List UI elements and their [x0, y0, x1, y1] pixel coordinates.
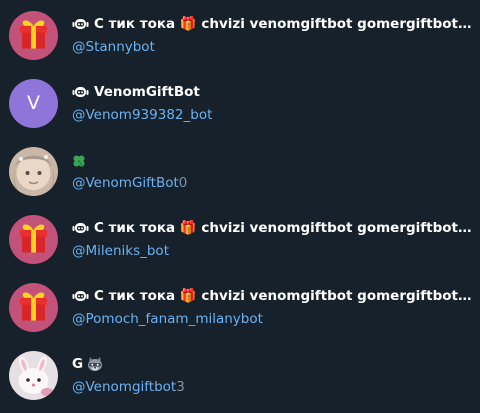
chat-username: @Stannybot: [72, 39, 155, 55]
chat-title: VenomGiftBot: [94, 84, 200, 100]
result-item[interactable]: 🍀 @VenomGiftBot0: [0, 136, 480, 204]
search-results-list: С тик тока 🎁 chvizi venomgiftbot gomergi…: [0, 0, 480, 413]
bot-icon: [72, 222, 89, 234]
raccoon-icon: [86, 356, 104, 372]
result-item[interactable]: G G 🦝 @Venomgiftbot3: [0, 340, 480, 408]
gift-box-icon: [9, 283, 58, 332]
chat-name: 🍀: [72, 150, 476, 170]
gift-box-icon: [9, 11, 58, 60]
chat-title: С тик тока 🎁 chvizi venomgiftbot gomergi…: [94, 288, 476, 304]
result-item[interactable]: С тик тока 🎁 chvizi venomgiftbot gomergi…: [0, 204, 480, 272]
photo-avatar: [9, 147, 58, 196]
chat-title: G: [72, 356, 84, 372]
gift-box-icon: [9, 215, 58, 264]
chat-username: @Pomoch_fanam_milanybot: [72, 311, 263, 327]
result-item[interactable]: V VenomGiftBot @Venom939382_bot: [0, 68, 480, 136]
chat-username: @Mileniks_bot: [72, 243, 169, 259]
chat-username: @VenomGiftBot0: [72, 175, 188, 191]
chat-name: G G 🦝: [72, 354, 476, 374]
chat-name: С тик тока 🎁 chvizi venomgiftbot gomergi…: [72, 286, 476, 306]
result-item[interactable]: С тик тока 🎁 chvizi venomgiftbot gomergi…: [0, 0, 480, 68]
photo-avatar: [9, 351, 58, 400]
chat-username: @Venomgiftbot3: [72, 379, 185, 395]
chat-name: С тик тока 🎁 chvizi venomgiftbot gomergi…: [72, 218, 476, 238]
bot-icon: [72, 18, 89, 30]
bot-icon: [72, 290, 89, 302]
bot-icon: [72, 86, 89, 98]
chat-title: С тик тока 🎁 chvizi venomgiftbot gomergi…: [94, 220, 476, 236]
avatar-letter: V: [27, 92, 40, 114]
chat-name: VenomGiftBot: [72, 82, 476, 102]
chat-title: С тик тока 🎁 chvizi venomgiftbot gomergi…: [94, 16, 476, 32]
chat-name: С тик тока 🎁 chvizi venomgiftbot gomergi…: [72, 14, 476, 34]
chat-username: @Venom939382_bot: [72, 107, 213, 123]
clover-icon: [72, 153, 86, 168]
result-item[interactable]: С тик тока 🎁 chvizi venomgiftbot gomergi…: [0, 272, 480, 340]
letter-avatar: V: [9, 79, 58, 128]
